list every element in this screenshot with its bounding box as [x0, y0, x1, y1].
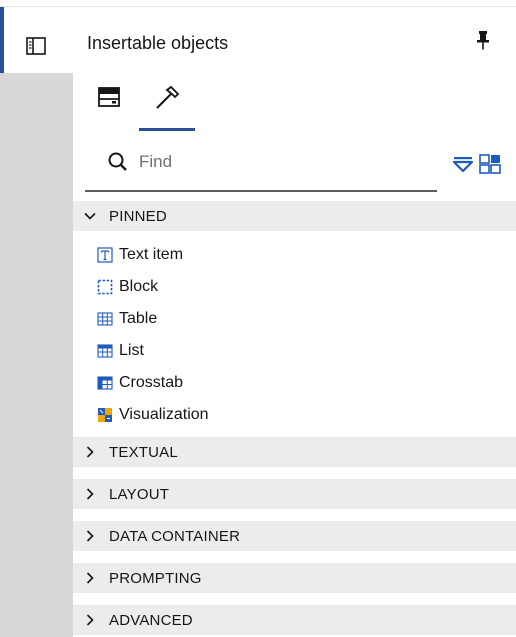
group-label: PINNED — [109, 207, 167, 225]
group-data-container[interactable]: DATA CONTAINER — [73, 521, 516, 551]
item-label: Table — [119, 310, 158, 327]
group-label: DATA CONTAINER — [109, 527, 241, 545]
chevron-right-icon — [86, 530, 94, 542]
item-label: List — [119, 342, 144, 359]
item-label: Text item — [119, 246, 184, 263]
top-edge — [0, 0, 516, 7]
side-panel-toggle[interactable] — [0, 7, 73, 73]
object-tabs — [73, 73, 516, 135]
group-label: LAYOUT — [109, 485, 170, 503]
pinned-item-table[interactable]: Table — [97, 303, 497, 335]
item-label: Block — [119, 278, 159, 295]
block-icon — [97, 279, 113, 295]
group-textual[interactable]: TEXTUAL — [73, 437, 516, 467]
table-icon — [97, 312, 113, 326]
chevron-right-icon — [86, 614, 94, 626]
visualization-icon — [98, 408, 112, 422]
group-layout[interactable]: LAYOUT — [73, 479, 516, 509]
active-indicator — [0, 7, 4, 73]
pin-icon[interactable] — [475, 29, 491, 51]
pinned-item-visualization[interactable]: Visualization — [97, 399, 497, 431]
chevron-down-icon — [84, 212, 96, 220]
filter-icon[interactable] — [453, 154, 473, 174]
search-input[interactable] — [139, 147, 419, 177]
pinned-item-crosstab[interactable]: Crosstab — [97, 367, 497, 399]
toolbox-tab[interactable] — [81, 73, 137, 133]
chevron-right-icon — [86, 488, 94, 500]
data-items-icon — [98, 87, 120, 107]
group-advanced[interactable]: ADVANCED — [73, 605, 516, 635]
pinned-item-list[interactable]: List — [97, 335, 497, 367]
pinned-item-text-item[interactable]: Text item — [97, 239, 497, 271]
side-panel-icon — [26, 37, 46, 55]
group-label: TEXTUAL — [109, 443, 178, 461]
left-rail — [0, 7, 73, 637]
search-icon — [108, 152, 127, 171]
chevron-right-icon — [86, 572, 94, 584]
list-icon — [97, 344, 113, 358]
item-label: Visualization — [119, 406, 209, 423]
group-prompting[interactable]: PROMPTING — [73, 563, 516, 593]
pinned-item-block[interactable]: Block — [97, 271, 497, 303]
group-label: PROMPTING — [109, 569, 202, 587]
chevron-right-icon — [86, 446, 94, 458]
selected-tab-underline — [139, 128, 195, 131]
text-item-icon — [97, 247, 113, 263]
group-pinned[interactable]: PINNED — [73, 201, 516, 231]
insertable-objects-panel: Insertable objects Find PINNED Text item… — [73, 7, 516, 637]
group-label: ADVANCED — [109, 611, 193, 629]
hammer-icon — [156, 85, 180, 109]
item-label: Crosstab — [119, 374, 184, 391]
crosstab-icon — [97, 376, 113, 390]
panel-header: Insertable objects — [73, 7, 516, 73]
search-box — [85, 135, 437, 192]
hammer-tab[interactable] — [139, 73, 195, 133]
view-layout-icon[interactable] — [479, 154, 501, 174]
panel-title: Insertable objects — [87, 33, 229, 53]
